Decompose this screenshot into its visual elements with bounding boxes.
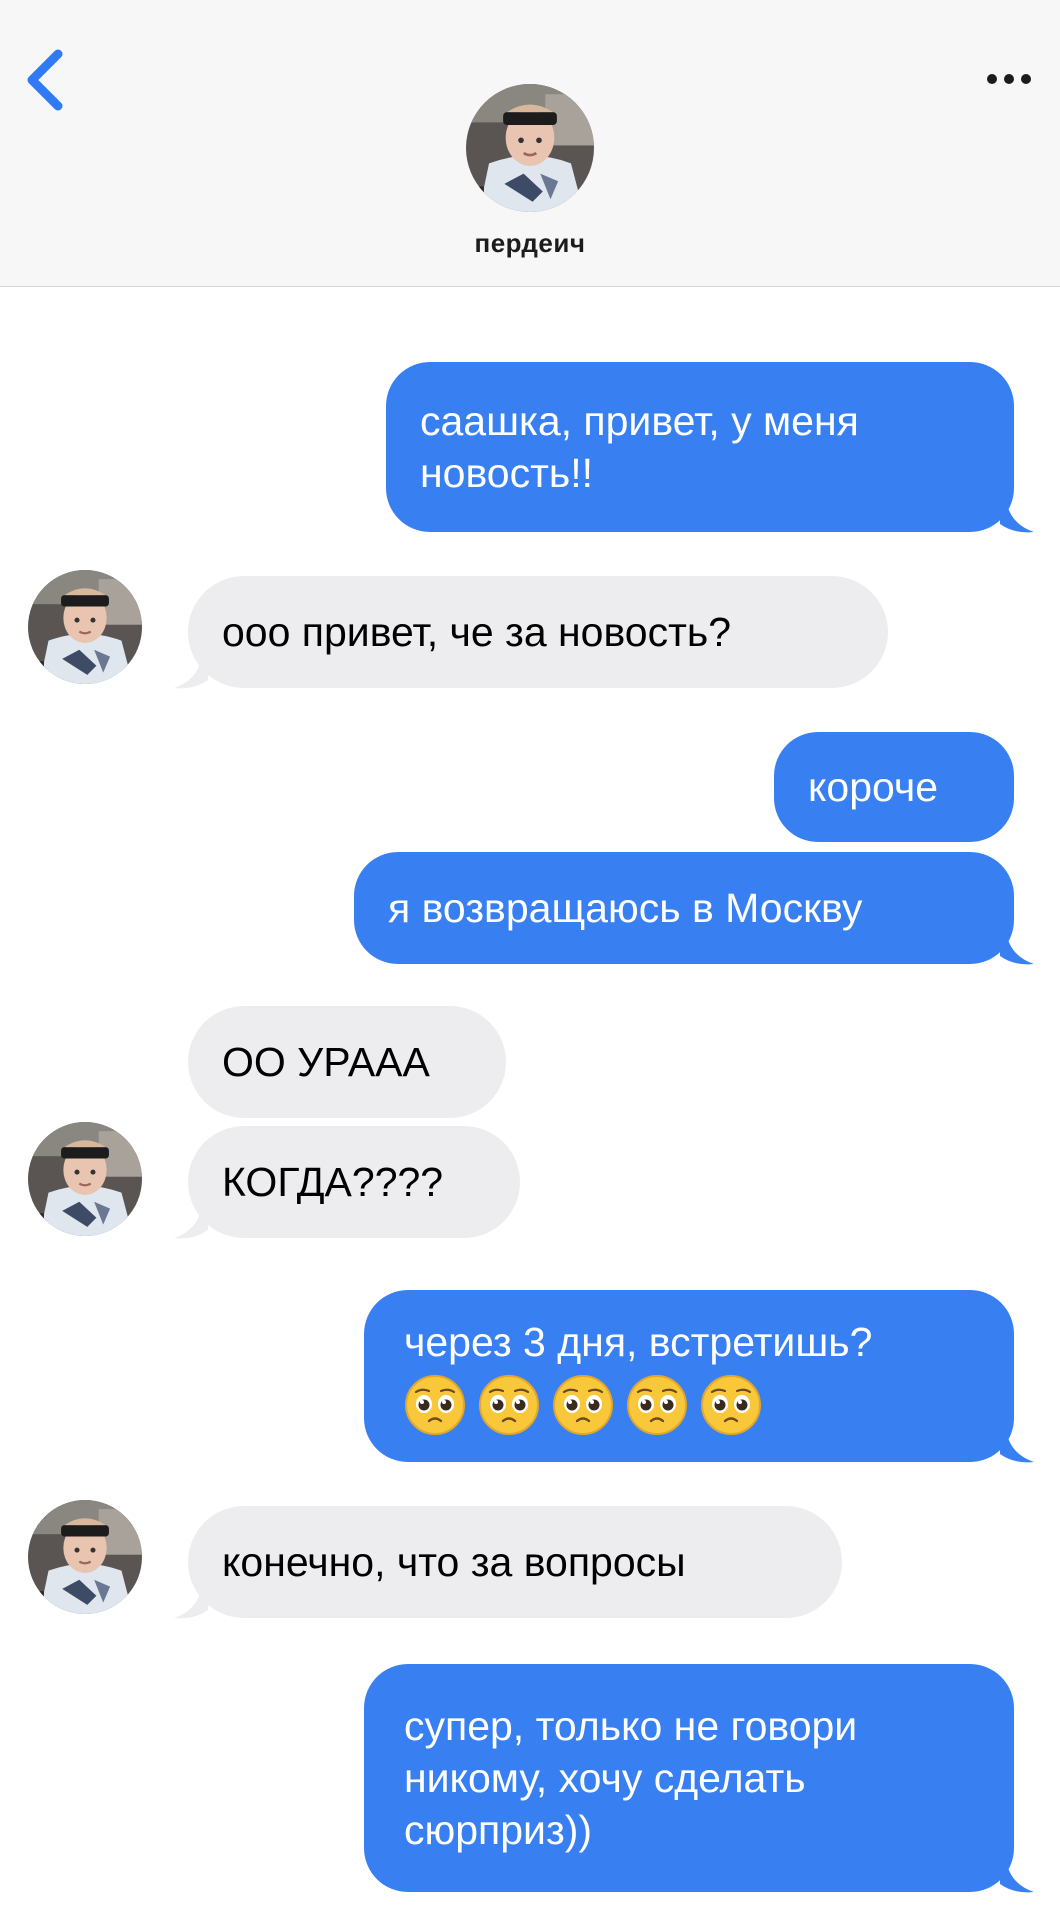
message-text: я возвращаюсь в Москву — [388, 885, 863, 931]
more-options-button[interactable] — [974, 54, 1044, 104]
pleading-face-icon — [478, 1374, 540, 1436]
incoming-message[interactable]: конечно, что за вопросы — [188, 1506, 842, 1618]
bubble-tail — [1000, 1430, 1034, 1463]
incoming-message[interactable]: ооо привет, че за новость? — [188, 576, 888, 688]
bubble-tail — [174, 656, 208, 689]
contact-name[interactable]: пердеич — [0, 228, 1060, 259]
pleading-face-icon — [552, 1374, 614, 1436]
chevron-left-icon — [27, 49, 63, 111]
outgoing-message[interactable]: через 3 дня, встретишь? — [364, 1290, 1014, 1462]
message-text: конечно, что за вопросы — [222, 1539, 686, 1585]
message-text: КОГДА???? — [222, 1159, 444, 1205]
outgoing-message[interactable]: короче — [774, 732, 1014, 842]
pleading-face-icon — [404, 1374, 466, 1436]
message-text: ооо привет, че за новость? — [222, 609, 732, 655]
pleading-face-icon — [700, 1374, 762, 1436]
incoming-message[interactable]: ОО УРААА — [188, 1006, 506, 1118]
bubble-tail — [174, 1586, 208, 1619]
outgoing-message[interactable]: саашка, привет, у меня новость!! — [386, 362, 1014, 532]
ellipsis-icon — [987, 74, 1031, 84]
message-text: ОО УРААА — [222, 1039, 430, 1085]
avatar-photo — [28, 570, 142, 684]
avatar-photo — [28, 1500, 142, 1614]
contact-avatar-small[interactable] — [28, 1500, 142, 1614]
message-text: через 3 дня, встретишь? — [404, 1319, 873, 1365]
bubble-tail — [1000, 1860, 1034, 1893]
outgoing-message[interactable]: супер, только не говори никому, хочу сде… — [364, 1664, 1014, 1892]
message-text: короче — [808, 764, 939, 810]
bubble-tail — [1000, 932, 1034, 965]
incoming-message[interactable]: КОГДА???? — [188, 1126, 520, 1238]
avatar-photo — [28, 1122, 142, 1236]
bubble-tail — [174, 1206, 208, 1239]
pleading-face-icon — [626, 1374, 688, 1436]
message-text: саашка, привет, у меня новость!! — [420, 398, 859, 496]
contact-avatar[interactable] — [466, 84, 594, 212]
conversation-header: пердеич — [0, 0, 1060, 287]
outgoing-message[interactable]: я возвращаюсь в Москву — [354, 852, 1014, 964]
bubble-tail — [1000, 500, 1034, 533]
avatar-photo — [466, 84, 594, 212]
message-text: супер, только не говори никому, хочу сде… — [404, 1703, 858, 1853]
contact-avatar-small[interactable] — [28, 1122, 142, 1236]
contact-avatar-small[interactable] — [28, 570, 142, 684]
back-button[interactable] — [14, 40, 74, 120]
emoji-row — [404, 1374, 980, 1436]
